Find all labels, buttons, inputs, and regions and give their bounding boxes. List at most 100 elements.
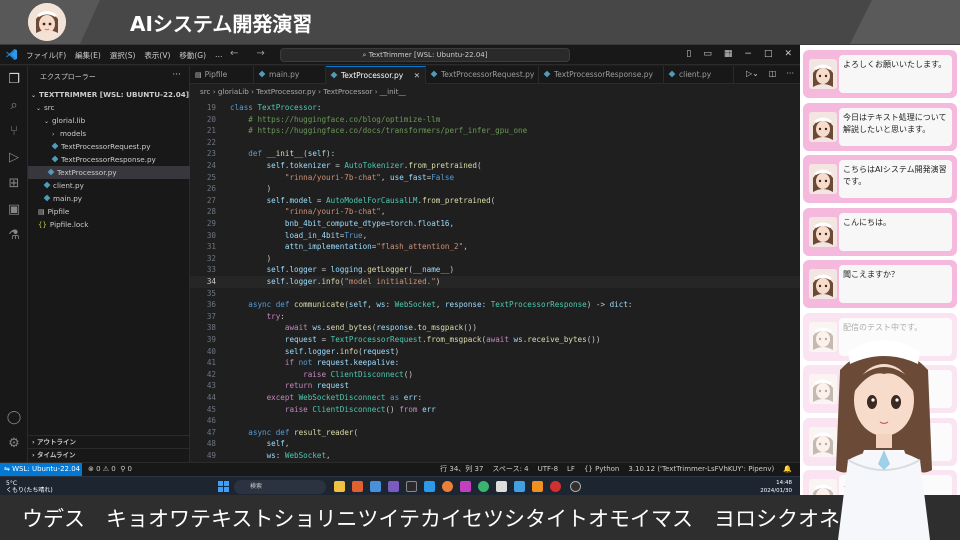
- taskbar-app-icon[interactable]: [514, 481, 525, 492]
- weather-widget[interactable]: 5°C くもり(たち晴れ): [6, 480, 53, 494]
- code-line[interactable]: 37 try:: [190, 311, 800, 323]
- manage-gear-icon[interactable]: ⚙: [6, 436, 22, 452]
- menu-edit[interactable]: 編集(E): [75, 50, 101, 61]
- menu-more[interactable]: …: [215, 50, 223, 61]
- tab-textprocessorrequest-py[interactable]: TextProcessorRequest.py: [426, 66, 539, 84]
- command-center[interactable]: ⌕ TextTrimmer [WSL: Ubuntu-22.04]: [280, 48, 570, 62]
- taskbar-app-icon[interactable]: [496, 481, 507, 492]
- code-line[interactable]: 33 self.logger = logging.getLogger(__nam…: [190, 264, 800, 276]
- split-editor-icon[interactable]: ◫: [769, 69, 777, 78]
- code-line[interactable]: 28 "rinna/youri-7b-chat",: [190, 206, 800, 218]
- timeline-section[interactable]: › タイムライン: [28, 448, 190, 460]
- code-line[interactable]: 23 def __init__(self):: [190, 148, 800, 160]
- encoding[interactable]: UTF-8: [538, 463, 558, 476]
- code-line[interactable]: 34 self.logger.info("model initialized."…: [190, 276, 800, 288]
- cursor-position[interactable]: 行 34、列 37: [440, 463, 483, 476]
- layout-icon[interactable]: ▦: [724, 49, 733, 59]
- code-line[interactable]: 40 self.logger.info(request): [190, 346, 800, 358]
- line-ending[interactable]: LF: [567, 463, 575, 476]
- taskbar-firefox-icon[interactable]: [442, 481, 453, 492]
- more-icon[interactable]: ···: [786, 69, 794, 78]
- start-button-icon[interactable]: [218, 481, 229, 492]
- account-icon[interactable]: ◯: [6, 410, 22, 426]
- taskbar-app-icon[interactable]: [388, 481, 399, 492]
- taskbar-app-icon[interactable]: [460, 481, 471, 492]
- code-line[interactable]: 35: [190, 288, 800, 300]
- code-line[interactable]: 42 raise ClientDisconnect(): [190, 369, 800, 381]
- tree-item-textprocessorresponse[interactable]: TextProcessorResponse.py: [28, 153, 190, 166]
- extensions-icon[interactable]: ⊞: [6, 176, 22, 192]
- taskbar-clock[interactable]: 14:48 2024/01/30: [760, 479, 792, 495]
- tree-item-textprocessorrequest[interactable]: TextProcessorRequest.py: [28, 140, 190, 153]
- explorer-icon[interactable]: ❐: [6, 72, 22, 88]
- remote-explorer-icon[interactable]: ▣: [6, 202, 22, 218]
- back-arrow-icon[interactable]: ←: [230, 48, 238, 59]
- taskbar-app-icon[interactable]: [334, 481, 345, 492]
- taskbar-app-icon[interactable]: [532, 481, 543, 492]
- tree-item-main[interactable]: main.py: [28, 192, 190, 205]
- more-actions-icon[interactable]: ···: [172, 70, 181, 80]
- taskbar-app-icon[interactable]: [352, 481, 363, 492]
- code-line[interactable]: 32 ): [190, 253, 800, 265]
- code-line[interactable]: 43 return request: [190, 380, 800, 392]
- run-play-icon[interactable]: ▷⌄: [746, 69, 759, 78]
- source-control-icon[interactable]: ⑂: [6, 124, 22, 140]
- tree-item-pipfile-lock[interactable]: {} Pipfile.lock: [28, 218, 190, 231]
- code-line[interactable]: 27 self.model = AutoModelForCausalLM.fro…: [190, 195, 800, 207]
- code-line[interactable]: 45 raise ClientDisconnect() from err: [190, 404, 800, 416]
- code-line[interactable]: 25 "rinna/youri-7b-chat", use_fast=False: [190, 172, 800, 184]
- toggle-panel-icon[interactable]: ▭: [703, 49, 712, 59]
- breadcrumb[interactable]: src › gloriaLib › TextProcessor.py › Tex…: [190, 85, 800, 99]
- indentation[interactable]: スペース: 4: [492, 463, 528, 476]
- search-view-icon[interactable]: ⌕: [6, 98, 22, 114]
- tree-item-gloriallib[interactable]: ⌄ glorial.lib: [28, 114, 190, 127]
- code-line[interactable]: 49 ws: WebSocket,: [190, 450, 800, 462]
- python-interpreter[interactable]: 3.10.12 ('TextTrimmer-LsFVhKUY': Pipenv): [628, 463, 774, 476]
- code-line[interactable]: 20 # https://huggingface.co/blog/optimiz…: [190, 114, 800, 126]
- close-tab-icon[interactable]: ✕: [414, 67, 420, 85]
- notifications-bell-icon[interactable]: 🔔: [783, 463, 792, 476]
- minimize-icon[interactable]: −: [744, 49, 752, 59]
- menu-selection[interactable]: 選択(S): [110, 50, 136, 61]
- outline-section[interactable]: › アウトライン: [28, 435, 190, 447]
- tab-pipfile[interactable]: ▤ Pipfile: [190, 66, 254, 84]
- code-line[interactable]: 19 class TextProcessor:: [190, 102, 800, 114]
- maximize-icon[interactable]: □: [764, 49, 773, 59]
- code-line[interactable]: 24 self.tokenizer = AutoTokenizer.from_p…: [190, 160, 800, 172]
- code-line[interactable]: 29 bnb_4bit_compute_dtype=torch.float16,: [190, 218, 800, 230]
- code-line[interactable]: 30 load_in_4bit=True,: [190, 230, 800, 242]
- tree-item-src[interactable]: ⌄ src: [28, 101, 190, 114]
- code-line[interactable]: 47 async def result_reader(: [190, 427, 800, 439]
- menu-view[interactable]: 表示(V): [144, 50, 170, 61]
- taskbar-obs-icon[interactable]: [570, 481, 581, 492]
- remote-indicator[interactable]: ⇋ WSL: Ubuntu-22.04: [0, 463, 82, 476]
- tree-item-textprocessor[interactable]: TextProcessor.py: [28, 166, 190, 179]
- code-line[interactable]: 21 # https://huggingface.co/docs/transfo…: [190, 125, 800, 137]
- code-line[interactable]: 36 async def communicate(self, ws: WebSo…: [190, 299, 800, 311]
- code-line[interactable]: 38 await ws.send_bytes(response.to_msgpa…: [190, 322, 800, 334]
- toggle-sidebar-icon[interactable]: ▯: [686, 49, 691, 59]
- code-line[interactable]: 39 request = TextProcessorRequest.from_m…: [190, 334, 800, 346]
- code-line[interactable]: 31 attn_implementation="flash_attention_…: [190, 241, 800, 253]
- testing-flask-icon[interactable]: ⚗: [6, 228, 22, 244]
- tree-item-client[interactable]: client.py: [28, 179, 190, 192]
- code-line[interactable]: 41 if not request.keepalive:: [190, 357, 800, 369]
- code-line[interactable]: 26 ): [190, 183, 800, 195]
- tab-client-py[interactable]: client.py: [664, 66, 734, 84]
- forward-arrow-icon[interactable]: →: [256, 48, 264, 59]
- code-line[interactable]: 48 self,: [190, 438, 800, 450]
- tab-textprocessor-py[interactable]: TextProcessor.py ✕: [326, 66, 426, 84]
- code-line[interactable]: 22: [190, 137, 800, 149]
- taskbar-chrome-icon[interactable]: [478, 481, 489, 492]
- code-editor[interactable]: 19 class TextProcessor: 20 # https://huggi…: [190, 100, 800, 462]
- taskbar-vscode-icon[interactable]: [424, 481, 435, 492]
- code-line[interactable]: 44 except WebSocketDisconnect as err:: [190, 392, 800, 404]
- taskbar-app-icon[interactable]: [550, 481, 561, 492]
- menu-file[interactable]: ファイル(F): [26, 50, 66, 61]
- tree-item-pipfile[interactable]: ▤ Pipfile: [28, 205, 190, 218]
- problems-indicator[interactable]: ⊗ 0 ⚠ 0 ⚲ 0: [88, 463, 132, 476]
- code-line[interactable]: 46: [190, 415, 800, 427]
- taskbar-search[interactable]: 検索: [234, 480, 326, 494]
- tab-main-py[interactable]: main.py: [254, 66, 326, 84]
- close-icon[interactable]: ✕: [784, 49, 792, 59]
